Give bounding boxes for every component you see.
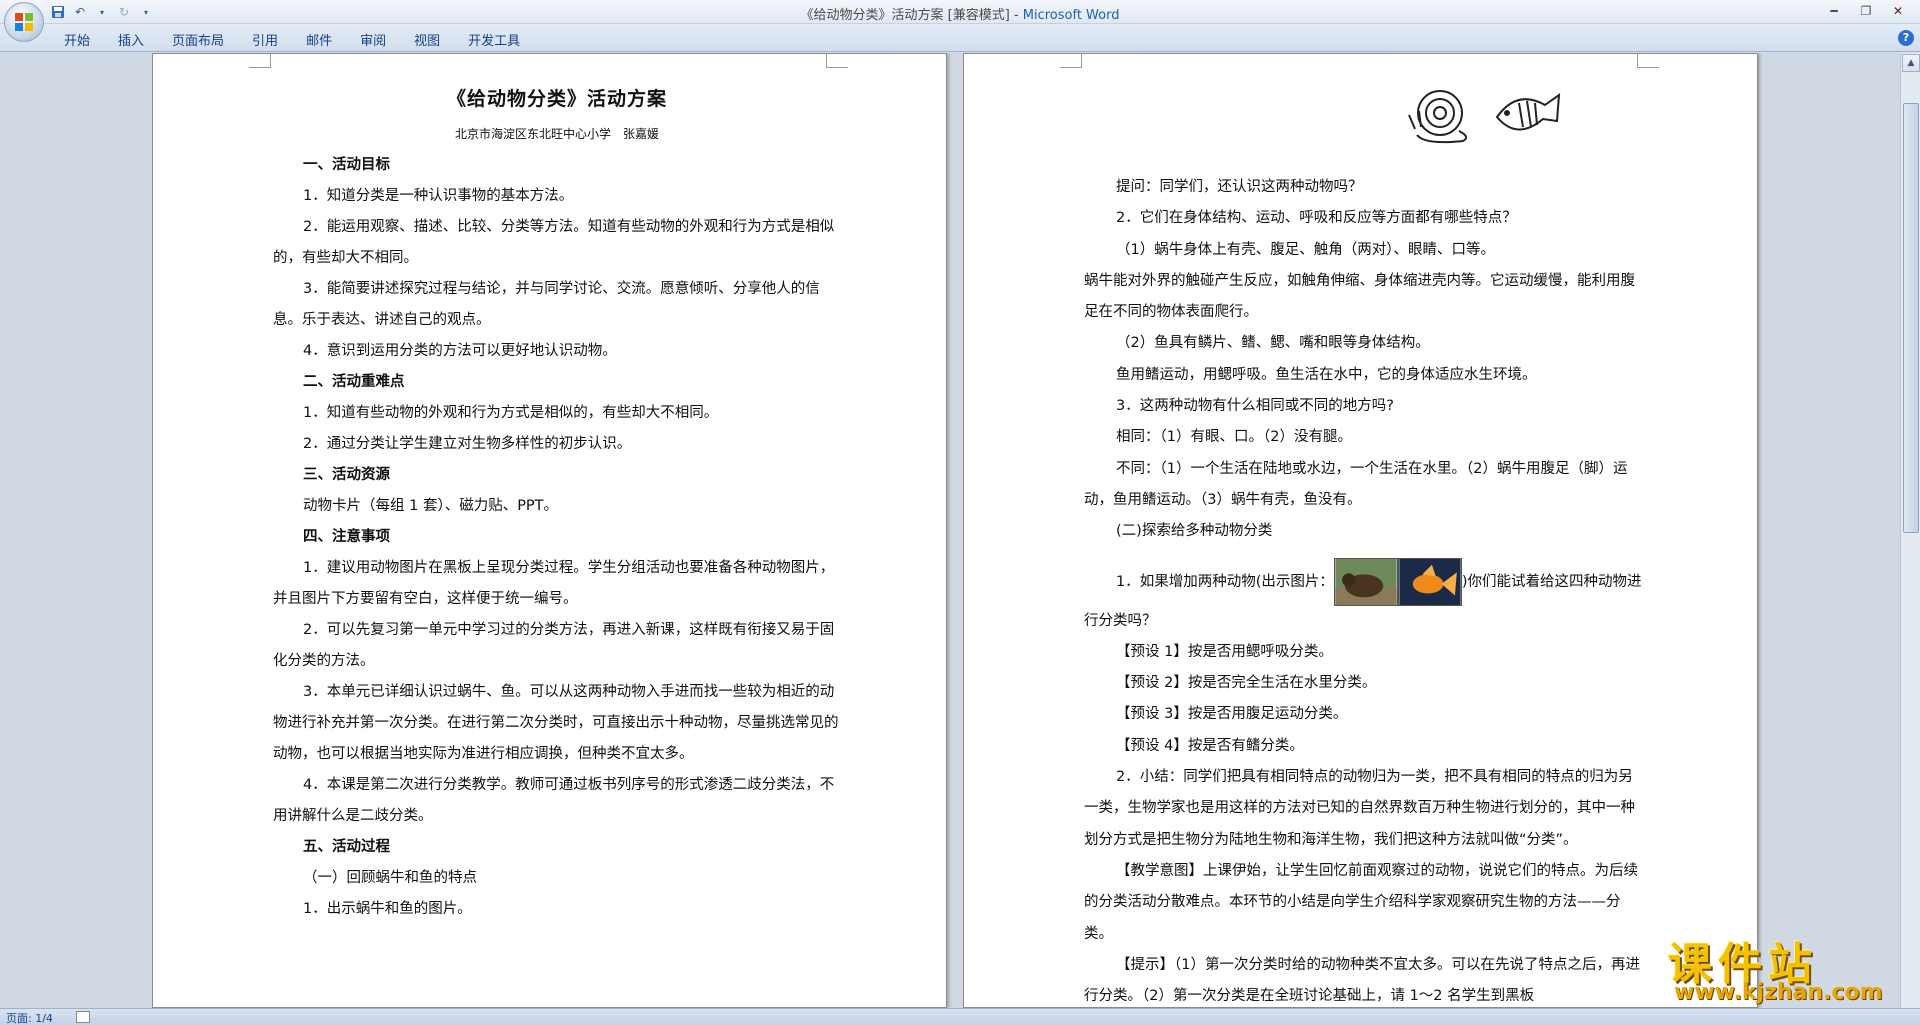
document-heading: 《给动物分类》活动方案 xyxy=(446,88,667,110)
paragraph: 4．本课是第二次进行分类教学。教师可通过板书列序号的形式渗透二歧分类法，不用讲解… xyxy=(273,777,835,824)
proofing-icon[interactable] xyxy=(76,1011,90,1023)
tab-mailings[interactable]: 邮件 xyxy=(292,28,346,51)
tab-review[interactable]: 审阅 xyxy=(346,28,400,51)
tab-view[interactable]: 视图 xyxy=(400,28,454,51)
paragraph: 2．小结：同学们把具有相同特点的动物归为一类，把不具有相同的特点的归为另一类，生… xyxy=(1084,769,1635,848)
page-2-content: 提问：同学们，还认识这两种动物吗？ 2．它们在身体结构、运动、呼吸和反应等方面都有… xyxy=(1084,66,1644,1008)
restore-icon[interactable]: ❐ xyxy=(1850,2,1882,20)
status-bar: 页面: 1/4 xyxy=(0,1008,1920,1025)
page-2-paragraphs-continued: 【预设 1】按是否用鳃呼吸分类。【预设 2】按是否完全生活在水里分类。 【预设 3… xyxy=(1084,637,1644,1008)
watermark-url: www.kjzhan.com xyxy=(1674,980,1883,1005)
paragraph: 【预设 1】按是否用鳃呼吸分类。 xyxy=(1116,643,1333,660)
minimize-icon[interactable]: ━ xyxy=(1818,2,1850,20)
margin-corner xyxy=(826,54,848,68)
document-author: 北京市海淀区东北旺中心小学 张嘉媛 xyxy=(454,127,659,141)
paragraph: 【提示】（1）第一次分类时给的动物种类不宜太多。可以在先说了特点之后，再进行分类… xyxy=(1084,956,1640,1005)
goldfish-photo xyxy=(1397,557,1462,606)
paragraph: 【预设 2】按是否完全生活在水里分类。 xyxy=(1116,675,1377,692)
office-button[interactable] xyxy=(4,2,44,42)
paragraph: 4．意识到运用分类的方法可以更好地认识动物。 xyxy=(303,343,617,359)
scroll-up-icon[interactable]: ▲ xyxy=(1902,54,1920,72)
paragraph: 【预设 4】按是否有鳍分类。 xyxy=(1116,737,1304,754)
tab-developer[interactable]: 开发工具 xyxy=(454,28,534,51)
paragraph: 2．通过分类让学生建立对生物多样性的初步认识。 xyxy=(303,436,632,452)
section-heading: 一、活动目标 xyxy=(303,157,390,173)
margin-corner xyxy=(1060,54,1082,68)
paragraph: 1．建议用动物图片在黑板上呈现分类过程。学生分组活动也要准备各种动物图片，并且图… xyxy=(273,560,835,607)
document-workspace: 《给动物分类》活动方案 北京市海淀区东北旺中心小学 张嘉媛 一、活动目标 1．知道… xyxy=(0,53,1900,1008)
scrollbar-thumb[interactable] xyxy=(1903,103,1919,533)
paragraph: 2．可以先复习第一单元中学习过的分类方法，再进入新课，这样既有衔接又易于固化分类… xyxy=(273,622,835,669)
document-title: 《给动物分类》活动方案 [兼容模式] - xyxy=(800,8,1023,23)
page-1-content: 《给动物分类》活动方案 北京市海淀区东北旺中心小学 张嘉媛 一、活动目标 1．知道… xyxy=(273,80,841,925)
paragraph: 蜗牛能对外界的触碰产生反应，如触角伸缩、身体缩进壳内等。它运动缓慢，能利用腹足在… xyxy=(1084,272,1635,321)
title-bar: ↶ ▾ ↻ ▾ 《给动物分类》活动方案 [兼容模式] - Microsoft W… xyxy=(0,0,1920,24)
paragraph: 【预设 3】按是否用腹足运动分类。 xyxy=(1116,706,1348,723)
paragraph: (二)探索给多种动物分类 xyxy=(1116,523,1273,540)
section-heading: 三、活动资源 xyxy=(303,467,390,483)
otter-photo xyxy=(1333,557,1398,606)
office-logo-icon xyxy=(15,13,33,31)
paragraph: 2．它们在身体结构、运动、呼吸和反应等方面都有哪些特点？ xyxy=(1116,210,1517,227)
window-controls: ━ ❐ ✕ xyxy=(1818,2,1914,20)
paragraph: 2．能运用观察、描述、比较、分类等方法。知道有些动物的外观和行为方式是相似的，有… xyxy=(273,219,835,266)
paragraph: 1．出示蜗牛和鱼的图片。 xyxy=(303,901,472,917)
page-2-paragraphs: 提问：同学们，还认识这两种动物吗？ 2．它们在身体结构、运动、呼吸和反应等方面都有… xyxy=(1084,172,1644,548)
vertical-scrollbar[interactable]: ▲ xyxy=(1900,53,1920,1008)
document-page-2[interactable]: 提问：同学们，还认识这两种动物吗？ 2．它们在身体结构、运动、呼吸和反应等方面都有… xyxy=(963,53,1758,1008)
ribbon: 开始 插入 页面布局 引用 邮件 审阅 视图 开发工具 ? xyxy=(0,24,1920,52)
paragraph: （2）鱼具有鳞片、鳍、鳃、嘴和眼等身体结构。 xyxy=(1116,335,1430,352)
question-1-start: 1．如果增加两种动物(出示图片： xyxy=(1116,573,1334,590)
paragraph: 3．本单元已详细认识过蜗牛、鱼。可以从这两种动物入手进而找一些较为相近的动物进行… xyxy=(273,684,839,762)
paragraph: 相同：（1）有眼、口。（2）没有腿。 xyxy=(1116,429,1352,446)
paragraph: 1．知道有些动物的外观和行为方式是相似的，有些却大不相同。 xyxy=(303,405,719,421)
paragraph: 3．能简要讲述探究过程与结论，并与同学讨论、交流。愿意倾听、分享他人的信息。乐于… xyxy=(273,281,820,328)
paragraph: 3．这两种动物有什么相同或不同的地方吗? xyxy=(1116,398,1394,415)
paragraph: （一）回顾蜗牛和鱼的特点 xyxy=(303,870,477,886)
page-count[interactable]: 页面: 1/4 xyxy=(6,1010,53,1025)
site-watermark: 课件站 www.kjzhan.com xyxy=(1668,928,1918,1008)
paragraph: 提问：同学们，还认识这两种动物吗？ xyxy=(1116,179,1363,195)
app-name: Microsoft Word xyxy=(1022,8,1120,23)
section-heading: 五、活动过程 xyxy=(303,839,390,855)
tab-page-layout[interactable]: 页面布局 xyxy=(158,28,238,51)
document-page-1[interactable]: 《给动物分类》活动方案 北京市海淀区东北旺中心小学 张嘉媛 一、活动目标 1．知道… xyxy=(152,53,947,1008)
tab-insert[interactable]: 插入 xyxy=(104,28,158,51)
page-1-paragraphs: 一、活动目标 1．知道分类是一种认识事物的基本方法。 2．能运用观察、描述、比较、分… xyxy=(273,150,841,925)
close-icon[interactable]: ✕ xyxy=(1882,2,1914,20)
paragraph: 1．如果增加两种动物(出示图片： )你们能试着给这四种动物进行分类吗？ xyxy=(1084,557,1644,637)
tab-references[interactable]: 引用 xyxy=(238,28,292,51)
paragraph: 【教学意图】上课伊始，让学生回忆前面观察过的动物，说说它们的特点。为后续的分类活… xyxy=(1084,862,1638,942)
paragraph: 1．知道分类是一种认识事物的基本方法。 xyxy=(303,188,574,204)
paragraph: （1）蜗牛身体上有壳、腹足、触角（两对）、眼睛、口等。 xyxy=(1116,241,1495,258)
section-heading: 四、注意事项 xyxy=(303,529,390,545)
paragraph: 动物卡片（每组 1 套）、磁力贴、PPT。 xyxy=(303,498,559,514)
ribbon-tabs: 开始 插入 页面布局 引用 邮件 审阅 视图 开发工具 xyxy=(50,28,534,51)
tab-home[interactable]: 开始 xyxy=(50,28,104,51)
paragraph: 鱼用鳍运动，用鳃呼吸。鱼生活在水中，它的身体适应水生环境。 xyxy=(1116,366,1537,383)
margin-corner xyxy=(249,54,271,68)
help-icon[interactable]: ? xyxy=(1898,30,1914,46)
window-title: 《给动物分类》活动方案 [兼容模式] - Microsoft Word xyxy=(0,4,1920,23)
paragraph: 不同：（1）一个生活在陆地或水边，一个生活在水里。（2）蜗牛用腹足（脚）运动，鱼… xyxy=(1084,460,1628,508)
section-heading: 二、活动重难点 xyxy=(303,374,405,390)
